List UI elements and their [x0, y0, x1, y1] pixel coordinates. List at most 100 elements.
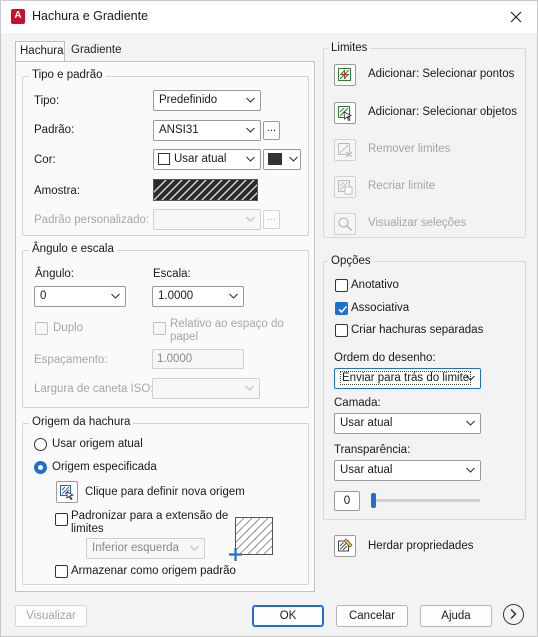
chevron-down-icon — [289, 155, 298, 163]
ordem-desenho-select[interactable]: Enviar para trás do limite — [334, 368, 481, 389]
escala-select[interactable]: 1.0000 — [152, 286, 244, 307]
chevron-right-circle-icon[interactable] — [503, 604, 524, 625]
escala-value: 1.0000 — [158, 290, 194, 302]
herdar-propriedades-button[interactable] — [334, 535, 356, 557]
criar-separadas-label: Criar hachuras separadas — [351, 324, 484, 336]
transparencia-slider-track[interactable] — [372, 499, 480, 502]
padrao-browse-button[interactable]: ... — [263, 121, 280, 140]
visualizar-selecoes-label[interactable]: Visualizar seleções — [368, 217, 466, 229]
tipo-label: Tipo: — [34, 95, 60, 107]
criar-separadas-checkbox[interactable] — [335, 324, 348, 337]
anotativo-checkbox[interactable] — [335, 279, 348, 292]
tipo-select[interactable]: Predefinido — [153, 90, 261, 111]
angulo-value: 0 — [40, 290, 47, 302]
adicionar-pontos-label[interactable]: Adicionar: Selecionar pontos — [368, 68, 514, 80]
remover-limites-button[interactable] — [334, 139, 356, 161]
recriar-limite-label[interactable]: Recriar limite — [368, 180, 435, 192]
chevron-down-icon — [245, 384, 254, 392]
hatch-gradient-dialog: A Hachura e Gradiente Hachura Gradiente … — [0, 0, 538, 637]
tab-hachura[interactable]: Hachura — [15, 41, 65, 62]
color-swatch-white — [158, 153, 170, 165]
chevron-down-icon — [466, 466, 475, 474]
help-button[interactable]: Ajuda — [420, 605, 492, 627]
cor-label: Cor: — [34, 154, 56, 166]
tipo-value: Predefinido — [159, 94, 218, 106]
definir-origem-button[interactable] — [56, 481, 78, 503]
associativa-checkbox[interactable] — [335, 302, 348, 315]
chevron-down-icon — [111, 292, 120, 300]
ok-button[interactable]: OK — [252, 605, 324, 627]
duplo-checkbox[interactable] — [35, 322, 48, 335]
chevron-down-icon — [190, 544, 199, 552]
adicionar-objetos-button[interactable] — [334, 102, 356, 124]
adicionar-objetos-label[interactable]: Adicionar: Selecionar objetos — [368, 106, 517, 118]
opcoes-group: Opções Anotativo Associativa Criar hachu… — [323, 255, 526, 520]
herdar-propriedades-label[interactable]: Herdar propriedades — [368, 540, 473, 552]
group-title: Ângulo e escala — [29, 243, 117, 255]
group-title: Limites — [328, 42, 371, 54]
armazenar-origem-checkbox[interactable] — [55, 565, 68, 578]
padronizar-label-line2: limites — [71, 523, 104, 535]
posicao-origem-select[interactable]: Inferior esquerda — [86, 538, 205, 559]
group-title: Tipo e padrão — [29, 69, 106, 81]
origem-hachura-group: Origem da hachura Usar origem atual Orig… — [22, 416, 309, 585]
cor-select[interactable]: Usar atual — [153, 149, 261, 170]
chevron-down-icon — [246, 126, 255, 134]
visualizar-selecoes-button[interactable] — [334, 213, 356, 235]
angulo-label: Ângulo: — [35, 268, 75, 280]
camada-value: Usar atual — [340, 417, 393, 429]
chevron-down-icon — [466, 374, 475, 382]
magnifier-icon — [338, 217, 353, 232]
ordem-desenho-value: Enviar para trás do limite — [340, 371, 472, 385]
padrao-select[interactable]: ANSI31 — [153, 120, 261, 141]
tipo-padrao-group: Tipo e padrão Tipo: Predefinido Padrão: … — [22, 69, 309, 236]
associativa-label: Associativa — [351, 302, 410, 314]
pick-objects-icon — [338, 106, 353, 121]
transparencia-select[interactable]: Usar atual — [334, 460, 481, 481]
padrao-personalizado-label: Padrão personalizado: — [34, 214, 150, 226]
padrao-personalizado-select[interactable] — [153, 209, 261, 230]
angulo-select[interactable]: 0 — [34, 286, 126, 307]
relativo-label-line1: Relativo ao espaço do — [170, 318, 284, 330]
anotativo-label: Anotativo — [351, 279, 399, 291]
largura-caneta-label: Largura de caneta ISO: — [34, 383, 154, 395]
hatch-sample-swatch[interactable] — [153, 179, 258, 201]
amostra-label: Amostra: — [34, 185, 81, 197]
cancel-button[interactable]: Cancelar — [336, 605, 408, 627]
duplo-label: Duplo — [53, 322, 84, 334]
usar-origem-atual-radio[interactable] — [34, 438, 47, 451]
close-icon[interactable] — [503, 4, 529, 30]
recriar-limite-button[interactable] — [334, 176, 356, 198]
posicao-origem-value: Inferior esquerda — [92, 542, 179, 554]
padronizar-extensao-checkbox[interactable] — [55, 513, 68, 526]
remover-limites-label[interactable]: Remover limites — [368, 143, 450, 155]
window-title: Hachura e Gradiente — [32, 9, 149, 23]
title-bar: A Hachura e Gradiente — [1, 1, 537, 33]
chevron-down-icon — [246, 155, 255, 163]
pick-points-icon — [338, 68, 351, 81]
padrao-value: ANSI31 — [159, 124, 199, 136]
visualizar-button[interactable]: Visualizar — [15, 605, 87, 627]
espacamento-input[interactable]: 1.0000 — [152, 349, 244, 369]
largura-caneta-select[interactable] — [152, 378, 260, 399]
chevron-down-icon — [466, 419, 475, 427]
transparencia-slider-thumb[interactable] — [371, 493, 376, 508]
origem-especificada-radio[interactable] — [34, 461, 47, 474]
angulo-escala-group: Ângulo e escala Ângulo: 0 Escala: 1.0000… — [22, 243, 309, 408]
origem-especificada-label: Origem especificada — [52, 461, 157, 473]
armazenar-origem-label: Armazenar como origem padrão — [71, 565, 236, 577]
tab-gradiente[interactable]: Gradiente — [67, 41, 126, 61]
ordem-desenho-label: Ordem do desenho: — [334, 352, 436, 364]
background-color-select[interactable] — [263, 149, 301, 170]
relativo-papel-checkbox[interactable] — [153, 322, 166, 335]
hachura-tab-panel: Tipo e padrão Tipo: Predefinido Padrão: … — [15, 61, 315, 592]
chevron-down-icon — [229, 292, 238, 300]
recreate-boundary-icon — [338, 180, 353, 195]
camada-select[interactable]: Usar atual — [334, 413, 481, 434]
relativo-label-line2: papel — [170, 331, 199, 343]
remove-boundaries-icon — [338, 143, 353, 158]
padronizar-label-line1: Padronizar para a extensão de — [71, 510, 229, 522]
transparencia-input[interactable]: 0 — [334, 491, 360, 511]
padrao-personalizado-browse-button[interactable]: ... — [263, 210, 280, 229]
adicionar-pontos-button[interactable] — [334, 64, 356, 86]
